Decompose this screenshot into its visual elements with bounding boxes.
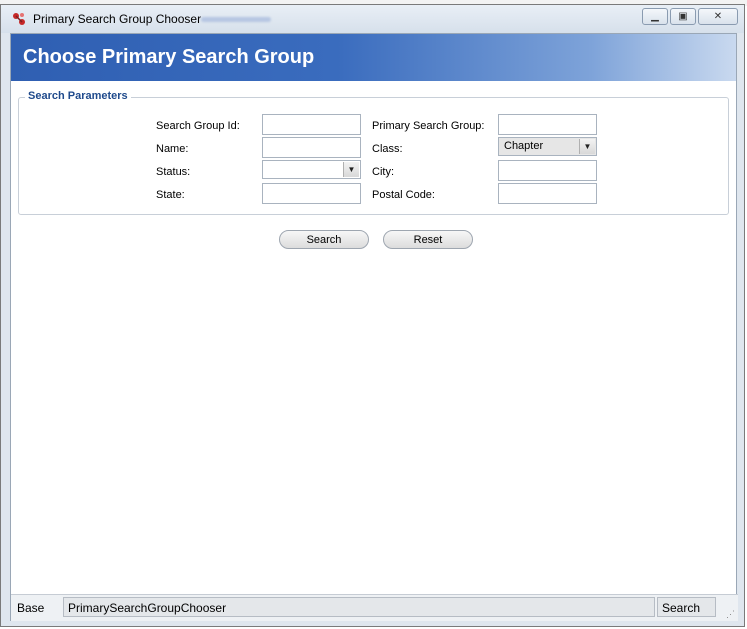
class-select-value: Chapter (504, 140, 544, 152)
search-parameters-legend: Search Parameters (25, 90, 131, 102)
close-icon: ✕ (713, 11, 723, 22)
chevron-down-icon[interactable]: ▼ (343, 162, 359, 177)
postal-code-label: Postal Code: (372, 189, 435, 201)
status-mode: Search (657, 597, 716, 617)
reset-button[interactable]: Reset (383, 230, 473, 249)
window-controls: ▁ ▣ ✕ (642, 8, 738, 25)
state-input[interactable] (262, 183, 361, 204)
status-left: Base (17, 601, 45, 615)
search-parameters-group: Search Parameters Search Group Id: Name:… (18, 90, 729, 215)
status-bar: Base PrimarySearchGroupChooser Search ⋰ (11, 594, 738, 621)
chevron-down-icon[interactable]: ▼ (579, 139, 595, 154)
minimize-button[interactable]: ▁ (642, 8, 668, 25)
class-select[interactable]: Chapter ▼ (498, 137, 597, 156)
chooser-window: Primary Search Group Chooser ▁ ▣ ✕ Choos… (0, 4, 745, 627)
maximize-icon: ▣ (678, 11, 688, 22)
name-input[interactable] (262, 137, 361, 158)
app-icon (11, 11, 27, 27)
blurred-title-suffix (201, 17, 271, 22)
status-form-name: PrimarySearchGroupChooser (63, 597, 655, 617)
resize-grip-icon[interactable]: ⋰ (726, 609, 736, 619)
client-area: Choose Primary Search Group Search Param… (10, 33, 738, 621)
maximize-button[interactable]: ▣ (670, 8, 696, 25)
search-group-id-label: Search Group Id: (156, 120, 240, 132)
close-button[interactable]: ✕ (698, 8, 738, 25)
postal-code-input[interactable] (498, 183, 597, 204)
search-group-id-input[interactable] (262, 114, 361, 135)
minimize-icon: ▁ (651, 11, 659, 22)
city-label: City: (372, 166, 394, 178)
city-input[interactable] (498, 160, 597, 181)
class-label: Class: (372, 143, 403, 155)
header-banner: Choose Primary Search Group (11, 34, 736, 81)
primary-search-group-input[interactable] (498, 114, 597, 135)
status-select[interactable]: ▼ (262, 160, 361, 179)
page-title: Choose Primary Search Group (23, 46, 315, 68)
state-label: State: (156, 189, 185, 201)
primary-search-group-label: Primary Search Group: (372, 120, 485, 132)
status-label: Status: (156, 166, 191, 178)
search-button[interactable]: Search (279, 230, 369, 249)
title-bar[interactable]: Primary Search Group Chooser ▁ ▣ ✕ (1, 5, 744, 33)
window-title: Primary Search Group Chooser (33, 12, 202, 26)
name-label: Name: (156, 143, 189, 155)
